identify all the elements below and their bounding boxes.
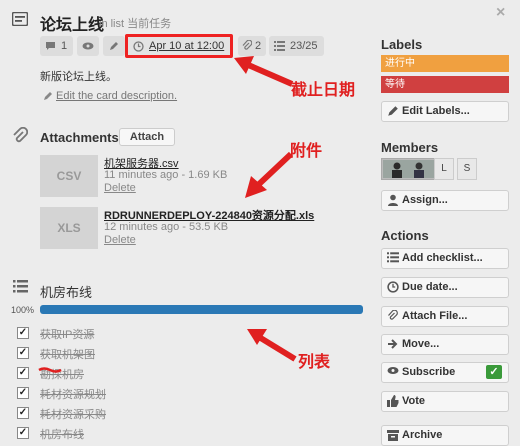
checklist-percent: 100% (11, 305, 35, 315)
checklist-item-checkbox[interactable]: ✓ (17, 367, 29, 379)
due-date-button[interactable]: Due date... (381, 277, 509, 298)
checklist-progress-fill (40, 305, 363, 314)
arrow-right-icon (388, 339, 398, 349)
archive-icon (387, 430, 399, 441)
subscribed-badge[interactable] (77, 36, 99, 56)
annotation-list: 列表 (298, 354, 331, 371)
attachment-meta: 12 minutes ago - 53.5 KB (104, 221, 229, 233)
member-photo-icon (383, 160, 435, 178)
arrow-annotation-due (234, 56, 294, 87)
checklist-item[interactable]: 获取机架图 (40, 346, 95, 362)
archive-label: Archive (402, 429, 443, 441)
label-in-progress[interactable]: 进行中 (381, 55, 509, 72)
checklist-item-checkbox[interactable]: ✓ (17, 347, 29, 359)
attach-button[interactable]: Attach (119, 128, 175, 146)
close-icon[interactable]: × (496, 4, 505, 22)
move-label: Move... (402, 338, 440, 350)
assign-label: Assign... (402, 194, 448, 206)
vote-button[interactable]: Vote (381, 391, 509, 412)
clock-icon (133, 41, 144, 52)
comments-badge[interactable]: 1 (40, 36, 73, 56)
move-button[interactable]: Move... (381, 334, 509, 355)
edit-labels-button[interactable]: Edit Labels... (381, 101, 509, 122)
member-avatar[interactable]: S (457, 158, 477, 180)
paperclip-icon (13, 127, 28, 143)
edit-labels-label: Edit Labels... (402, 105, 470, 117)
arrow-annotation-attachments (245, 151, 294, 198)
vote-label: Vote (402, 395, 426, 407)
checklist-icon (274, 41, 285, 51)
checklist-item[interactable]: 耗材资源规划 (40, 386, 106, 402)
eye-icon (82, 42, 94, 50)
paperclip-icon (242, 40, 252, 50)
thumbs-up-icon (387, 395, 399, 407)
pencil-icon (44, 92, 52, 100)
card-icon (12, 12, 28, 26)
checklist-item-checkbox[interactable]: ✓ (17, 427, 29, 439)
card-description: 新版论坛上线。 (40, 71, 117, 83)
person-icon (388, 194, 398, 206)
label-waiting[interactable]: 等待 (381, 76, 509, 93)
clock-icon (387, 281, 399, 293)
checklist-icon (13, 280, 28, 293)
pencil-icon (110, 42, 118, 50)
member-avatar[interactable]: L (434, 158, 454, 180)
labels-title: Labels (381, 37, 423, 52)
checklist-item-checkbox[interactable]: ✓ (17, 327, 29, 339)
edit-description-link[interactable]: Edit the card description. (56, 90, 177, 102)
attachments-title: Attachments (40, 130, 119, 145)
attach-file-button[interactable]: Attach File... (381, 306, 509, 327)
add-checklist-label: Add checklist... (402, 252, 483, 264)
checklist-count: 23/25 (290, 40, 318, 52)
checklist-item-checkbox[interactable]: ✓ (17, 387, 29, 399)
annotation-due-date: 截止日期 (291, 82, 356, 99)
card-list-name[interactable]: in list 当前任务 (99, 15, 171, 31)
attachment-delete-link[interactable]: Delete (104, 182, 136, 194)
description-badge[interactable] (103, 36, 125, 56)
avatar[interactable] (381, 158, 437, 180)
due-date-text: Apr 10 at 12:00 (149, 40, 225, 52)
attachment-thumbnail[interactable]: CSV (40, 155, 98, 197)
members-title: Members (381, 140, 439, 155)
annotation-attachments: 附件 (290, 143, 323, 160)
arrow-annotation-list (247, 329, 297, 362)
eye-icon (387, 367, 399, 374)
checklist-item[interactable]: 耗材资源采购 (40, 406, 106, 422)
checklist-title[interactable]: 机房布线 (40, 282, 92, 301)
actions-title: Actions (381, 228, 429, 243)
paperclip-icon (388, 310, 398, 320)
archive-button[interactable]: Archive (381, 425, 509, 446)
due-date-label: Due date... (402, 281, 458, 293)
checklist-item-checkbox[interactable]: ✓ (17, 407, 29, 419)
assign-button[interactable]: Assign... (381, 190, 509, 211)
subscribed-check-icon: ✓ (486, 365, 502, 379)
checklist-progress-bar (40, 305, 363, 314)
card-title[interactable]: 论坛上线 (40, 11, 104, 35)
add-checklist-button[interactable]: Add checklist... (381, 248, 509, 269)
comments-count: 1 (61, 40, 68, 52)
subscribe-button[interactable]: Subscribe ✓ (381, 362, 509, 383)
attach-file-label: Attach File... (402, 310, 468, 322)
attachment-thumbnail[interactable]: XLS (40, 207, 98, 249)
attachment-meta: 11 minutes ago - 1.69 KB (104, 169, 228, 181)
checklist-item[interactable]: 机房布线 (40, 426, 84, 442)
comment-icon (46, 42, 55, 50)
pencil-icon (388, 106, 398, 116)
due-date-badge[interactable]: Apr 10 at 12:00 (125, 34, 233, 58)
attachment-delete-link[interactable]: Delete (104, 234, 136, 246)
checklist-item[interactable]: 获取IP资源 (40, 326, 94, 342)
redaction-scribble (38, 367, 62, 373)
checklist-icon (387, 252, 399, 263)
subscribe-label: Subscribe (402, 366, 456, 378)
